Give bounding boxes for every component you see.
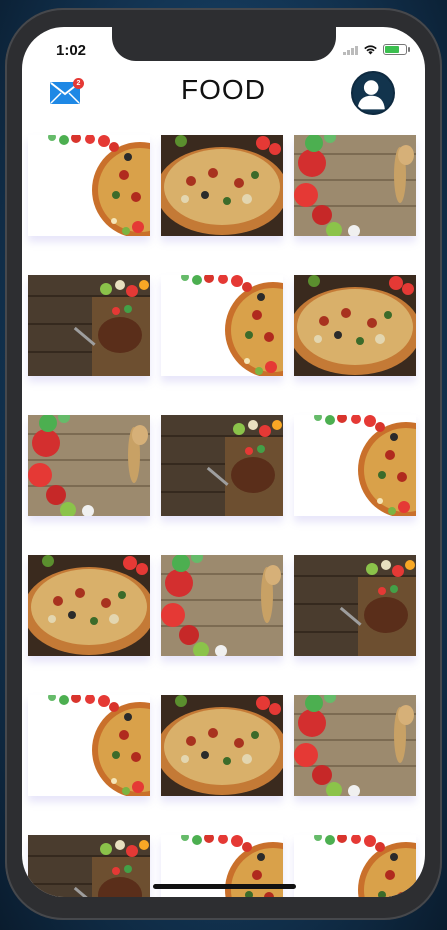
food-image-tile[interactable] bbox=[294, 135, 416, 236]
pizza-full-image bbox=[294, 275, 416, 376]
food-image-tile[interactable] bbox=[28, 275, 150, 376]
home-indicator bbox=[153, 884, 296, 889]
food-image-tile[interactable] bbox=[28, 835, 150, 897]
food-image-tile[interactable] bbox=[294, 555, 416, 656]
status-icons bbox=[343, 44, 410, 55]
food-image-tile[interactable] bbox=[28, 135, 150, 236]
food-image-tile[interactable] bbox=[161, 415, 283, 516]
food-image-tile[interactable] bbox=[28, 695, 150, 796]
nav-bar: 2 FOOD bbox=[22, 71, 425, 133]
food-image-tile[interactable] bbox=[294, 835, 416, 897]
pizza-corner-image bbox=[161, 275, 283, 376]
food-image-tile[interactable] bbox=[294, 695, 416, 796]
screen: 1:02 2 FOOD bbox=[22, 27, 425, 897]
vegetables-board-image bbox=[28, 415, 150, 516]
pizza-corner-image bbox=[294, 415, 416, 516]
pizza-corner-image bbox=[294, 835, 416, 897]
profile-avatar-button[interactable] bbox=[351, 71, 395, 115]
notch bbox=[112, 27, 336, 61]
pizza-full-image bbox=[28, 555, 150, 656]
vegetables-board-image bbox=[294, 695, 416, 796]
pizza-corner-image bbox=[28, 135, 150, 236]
food-image-tile[interactable] bbox=[294, 275, 416, 376]
grill-board-image bbox=[161, 415, 283, 516]
pizza-full-image bbox=[161, 695, 283, 796]
food-image-tile[interactable] bbox=[161, 275, 283, 376]
battery-icon bbox=[383, 44, 410, 55]
pizza-corner-image bbox=[28, 695, 150, 796]
food-image-tile[interactable] bbox=[294, 415, 416, 516]
vegetables-board-image bbox=[294, 135, 416, 236]
food-image-tile[interactable] bbox=[161, 695, 283, 796]
grill-board-image bbox=[294, 555, 416, 656]
food-image-tile[interactable] bbox=[28, 555, 150, 656]
wifi-icon bbox=[364, 45, 377, 55]
food-image-tile[interactable] bbox=[161, 555, 283, 656]
food-image-tile[interactable] bbox=[28, 415, 150, 516]
grill-board-image bbox=[28, 275, 150, 376]
food-image-tile[interactable] bbox=[161, 135, 283, 236]
grill-board-image bbox=[28, 835, 150, 897]
user-icon bbox=[357, 80, 385, 110]
signal-icon bbox=[343, 45, 358, 55]
status-time: 1:02 bbox=[56, 42, 87, 59]
pizza-full-image bbox=[161, 135, 283, 236]
vegetables-board-image bbox=[161, 555, 283, 656]
